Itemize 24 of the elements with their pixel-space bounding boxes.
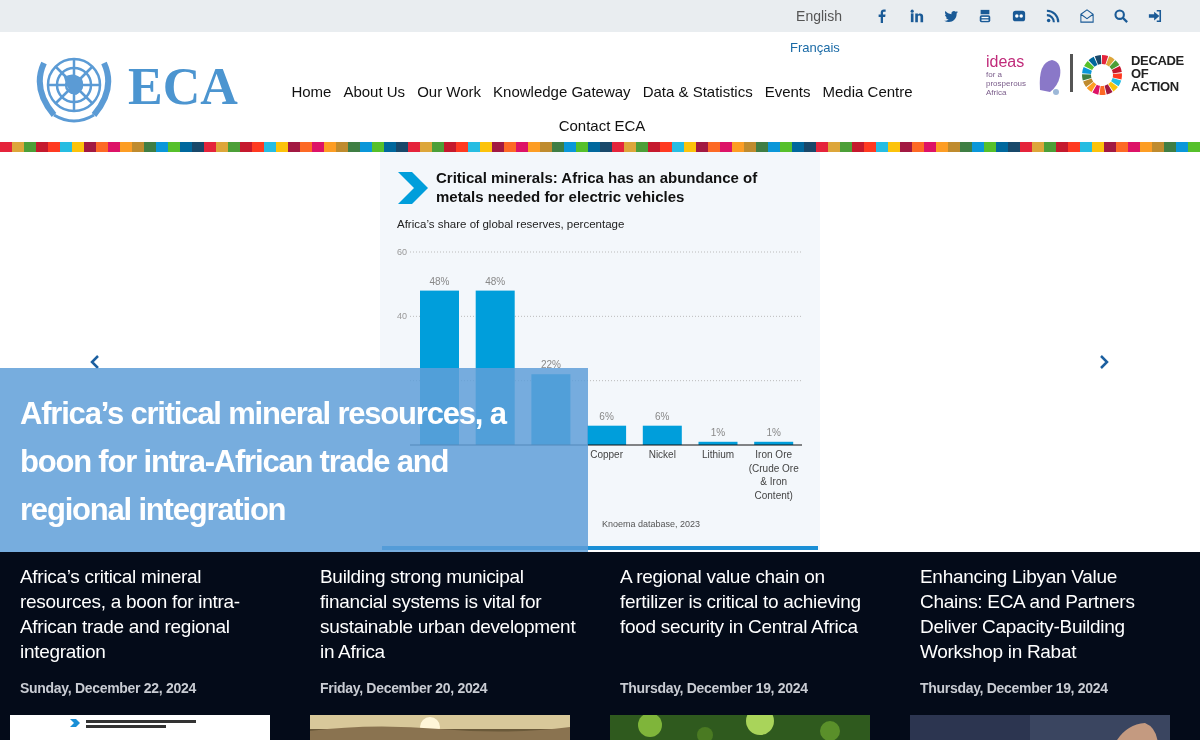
value-label: 6%	[599, 410, 614, 422]
value-label: 1%	[766, 426, 781, 438]
category-label: Lithium	[701, 449, 735, 460]
axis-tick-label: 60	[397, 247, 407, 257]
news-date: Thursday, December 19, 2024	[620, 679, 809, 698]
category-label: Iron Ore (Crude Ore & Iron Content)	[748, 449, 799, 501]
news-date: Thursday, December 19, 2024	[920, 679, 1109, 698]
value-label: 48%	[429, 275, 450, 287]
infographic-title: Critical minerals: Africa has an abundance of metals needed for electric vehicles	[436, 168, 759, 206]
value-label: 6%	[655, 410, 670, 422]
value-label: 48%	[485, 275, 506, 287]
chart-subtitle: Africa’s share of global reserves, percentage	[397, 217, 625, 232]
logo-text: DECADE	[1131, 54, 1184, 67]
value-label: 22%	[540, 359, 561, 371]
news-date: Sunday, December 22, 2024	[20, 679, 198, 698]
axis-tick-label: 40	[397, 311, 407, 322]
chart-source: Knoema database, 2023	[602, 518, 701, 531]
news-date: Friday, December 20, 2024	[320, 679, 489, 698]
value-label: 1%	[710, 426, 726, 438]
category-label: Copper	[590, 449, 623, 460]
ideas-logo: ideas for a prosperous Africa	[986, 54, 1062, 97]
logo-text: OF	[1131, 67, 1150, 80]
category-label: Nickel	[648, 449, 676, 460]
logo-text: ACTION	[1131, 80, 1180, 93]
